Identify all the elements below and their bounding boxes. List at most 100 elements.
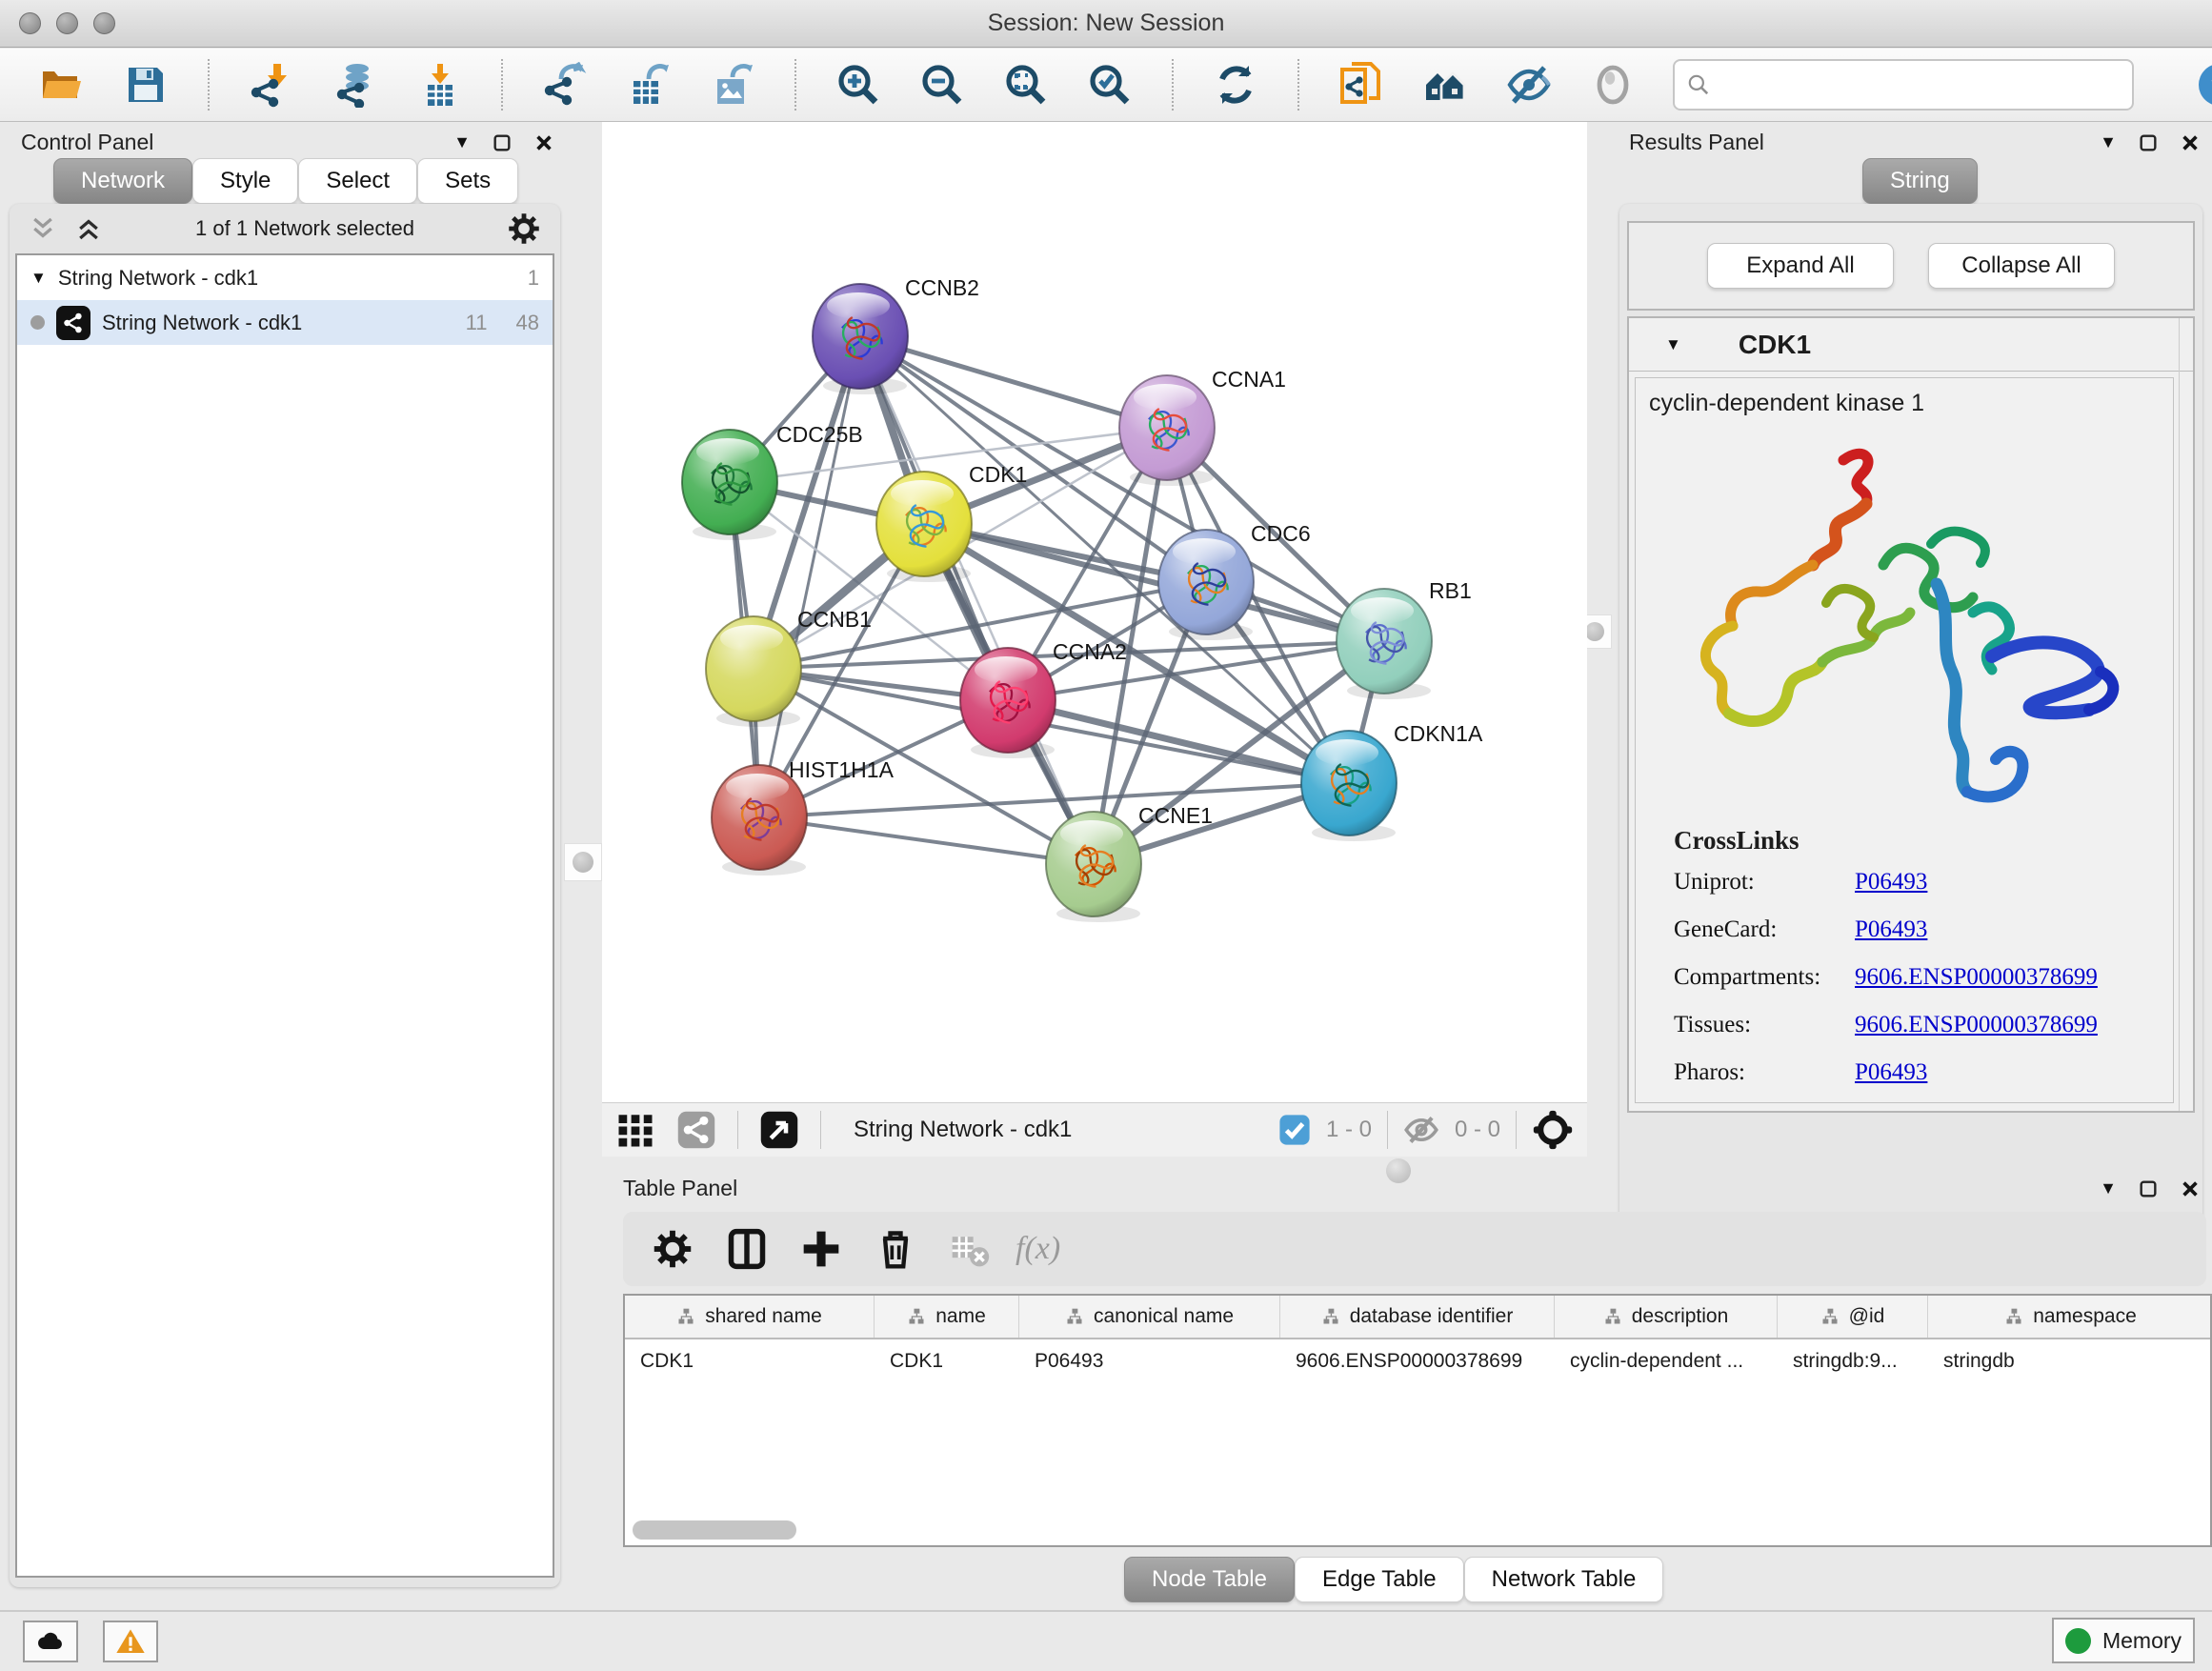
right-splitter-handle[interactable] xyxy=(1585,622,1604,641)
table-row[interactable]: CDK1CDK1P064939606.ENSP00000378699cyclin… xyxy=(625,1339,2210,1383)
zoom-in-button[interactable] xyxy=(835,61,882,109)
table-cell[interactable]: stringdb:9... xyxy=(1778,1339,1928,1383)
table-panel-menu-icon[interactable]: ▼ xyxy=(2100,1178,2117,1198)
table-column-header[interactable]: shared name xyxy=(625,1296,875,1338)
table-horizontal-scrollbar[interactable] xyxy=(633,1520,796,1540)
table-column-header[interactable]: description xyxy=(1555,1296,1778,1338)
table-cell[interactable]: CDK1 xyxy=(625,1339,875,1383)
tab-string[interactable]: String xyxy=(1862,158,1978,204)
network-node[interactable] xyxy=(813,284,908,394)
crosslink-link[interactable]: P06493 xyxy=(1855,916,1927,943)
network-node[interactable] xyxy=(1337,589,1432,699)
zoom-selected-button[interactable] xyxy=(1086,61,1134,109)
network-node[interactable] xyxy=(1046,812,1141,922)
table-column-header[interactable]: @id xyxy=(1778,1296,1928,1338)
export-table-button[interactable] xyxy=(625,61,673,109)
tab-network-table[interactable]: Network Table xyxy=(1464,1557,1664,1602)
crosslink-link[interactable]: P06493 xyxy=(1855,869,1927,896)
import-network-button[interactable] xyxy=(248,61,295,109)
delete-column-icon[interactable] xyxy=(875,1228,916,1270)
show-columns-icon[interactable] xyxy=(726,1228,768,1270)
export-image-button[interactable] xyxy=(709,61,756,109)
table-column-header[interactable]: namespace xyxy=(1928,1296,2212,1338)
network-node[interactable] xyxy=(1301,731,1397,841)
tab-select[interactable]: Select xyxy=(298,158,417,204)
table-cell[interactable]: stringdb xyxy=(1928,1339,2212,1383)
export-network-button[interactable] xyxy=(541,61,589,109)
copy-network-button[interactable] xyxy=(1337,61,1385,109)
table-column-header[interactable]: name xyxy=(875,1296,1019,1338)
apply-layout-button[interactable] xyxy=(1212,61,1259,109)
cloud-status-button[interactable] xyxy=(23,1621,78,1662)
results-panel-menu-icon[interactable]: ▼ xyxy=(2100,132,2117,152)
control-panel-close-icon[interactable] xyxy=(533,132,554,153)
tab-style[interactable]: Style xyxy=(192,158,298,204)
open-session-button[interactable] xyxy=(38,61,86,109)
network-collection-row[interactable]: ▼ String Network - cdk1 1 xyxy=(17,255,553,300)
table-cell[interactable]: 9606.ENSP00000378699 xyxy=(1280,1339,1555,1383)
network-node[interactable] xyxy=(876,472,972,582)
help-button[interactable]: ? xyxy=(2195,60,2212,110)
memory-button[interactable]: Memory xyxy=(2052,1618,2195,1663)
collection-expander-icon[interactable]: ▼ xyxy=(30,269,47,288)
add-column-icon[interactable] xyxy=(800,1228,842,1270)
network-edge[interactable] xyxy=(860,336,1094,864)
table-panel-close-icon[interactable] xyxy=(2180,1178,2201,1199)
detach-view-icon[interactable] xyxy=(759,1110,799,1150)
network-share-icon[interactable] xyxy=(676,1110,716,1150)
expand-all-button[interactable]: Expand All xyxy=(1707,243,1894,289)
table-column-header[interactable]: database identifier xyxy=(1280,1296,1555,1338)
network-edge[interactable] xyxy=(759,336,860,817)
table-column-header[interactable]: canonical name xyxy=(1019,1296,1280,1338)
save-session-button[interactable] xyxy=(122,61,170,109)
hide-glass-button[interactable] xyxy=(1505,61,1553,109)
import-table-button[interactable] xyxy=(415,61,463,109)
function-builder-button[interactable]: f(x) xyxy=(1016,1231,1060,1267)
selected-checkbox-icon[interactable] xyxy=(1278,1114,1311,1146)
birds-eye-crosshair-icon[interactable] xyxy=(1532,1109,1574,1151)
network-row[interactable]: String Network - cdk1 11 48 xyxy=(17,300,553,345)
results-scrollbar-track[interactable] xyxy=(2179,318,2180,1111)
results-panel-float-icon[interactable] xyxy=(2138,132,2159,153)
table-panel-float-icon[interactable] xyxy=(2138,1178,2159,1199)
tab-sets[interactable]: Sets xyxy=(417,158,518,204)
zoom-out-button[interactable] xyxy=(918,61,966,109)
collapse-all-networks-icon[interactable] xyxy=(29,214,57,243)
expand-all-networks-icon[interactable] xyxy=(74,214,103,243)
grid-view-icon[interactable] xyxy=(615,1110,655,1150)
table-cell[interactable]: P06493 xyxy=(1019,1339,1280,1383)
search-input[interactable] xyxy=(1720,71,2121,98)
crosslink-link[interactable]: P06493 xyxy=(1855,1059,1927,1086)
hidden-eye-slash-icon[interactable] xyxy=(1403,1112,1439,1148)
crosslink-link[interactable]: 9606.ENSP00000378699 xyxy=(1855,964,2098,991)
string-home-button[interactable] xyxy=(1421,61,1469,109)
table-cell[interactable]: CDK1 xyxy=(875,1339,1019,1383)
results-panel-close-icon[interactable] xyxy=(2180,132,2201,153)
protein-expander-icon[interactable]: ▼ xyxy=(1665,335,1681,354)
zoom-fit-button[interactable] xyxy=(1002,61,1050,109)
delete-table-icon[interactable] xyxy=(949,1228,983,1270)
tab-network[interactable]: Network xyxy=(53,158,192,204)
import-network-from-database-button[interactable] xyxy=(332,61,379,109)
network-options-gear-icon[interactable] xyxy=(507,211,541,246)
show-glass-button[interactable] xyxy=(1589,61,1637,109)
tab-edge-table[interactable]: Edge Table xyxy=(1295,1557,1464,1602)
crosslink-link[interactable]: 9606.ENSP00000378699 xyxy=(1855,1012,2098,1038)
warning-status-button[interactable] xyxy=(103,1621,158,1662)
network-node[interactable] xyxy=(960,648,1056,758)
left-splitter-handle[interactable] xyxy=(573,852,593,873)
tab-node-table[interactable]: Node Table xyxy=(1124,1557,1295,1602)
network-edge[interactable] xyxy=(759,817,1094,864)
network-graph[interactable]: CCNB2CCNA1CDC25BCDK1CDC6RB1CCNB1CCNA2CDK… xyxy=(602,122,1587,1102)
network-node[interactable] xyxy=(1119,375,1215,486)
control-panel-float-icon[interactable] xyxy=(492,132,513,153)
table-settings-gear-icon[interactable] xyxy=(652,1228,694,1270)
left-splitter[interactable] xyxy=(564,122,602,1604)
network-node[interactable] xyxy=(682,430,777,540)
network-node[interactable] xyxy=(706,616,801,727)
control-panel-menu-icon[interactable]: ▼ xyxy=(453,132,471,152)
table-cell[interactable]: cyclin-dependent ... xyxy=(1555,1339,1778,1383)
collapse-all-button[interactable]: Collapse All xyxy=(1928,243,2115,289)
search-box[interactable] xyxy=(1673,59,2134,111)
network-canvas[interactable]: CCNB2CCNA1CDC25BCDK1CDC6RB1CCNB1CCNA2CDK… xyxy=(602,122,1587,1102)
